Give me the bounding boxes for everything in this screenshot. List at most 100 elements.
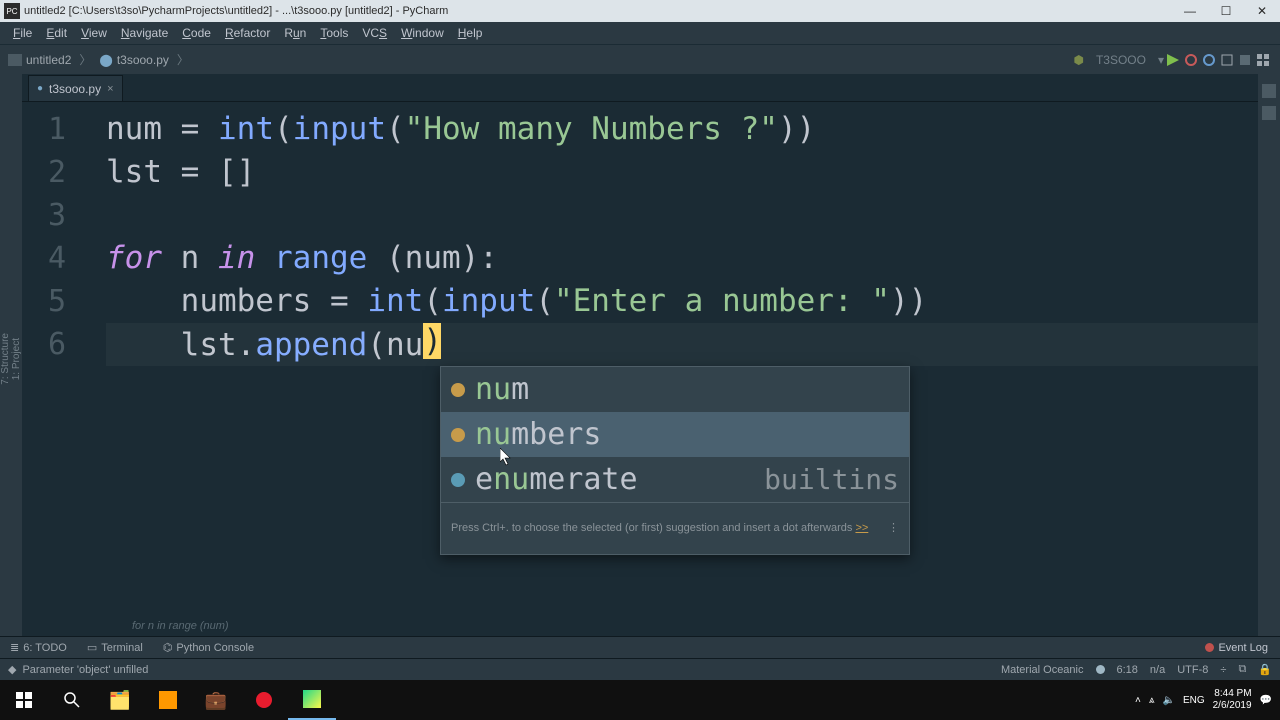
app-icon: PC	[4, 3, 20, 19]
hint-link[interactable]: >>	[855, 507, 868, 550]
editor-zone: ● t3sooo.py × 1 2 3 4 5 6 num = int(inpu…	[22, 74, 1258, 636]
code-line: for n in range (num):	[106, 237, 1258, 280]
stop-button[interactable]	[1236, 51, 1254, 69]
hammer-icon: ⬢	[1073, 53, 1083, 67]
caret-position[interactable]: 6:18	[1117, 664, 1138, 676]
tray-chevron-icon[interactable]: ˄	[1135, 695, 1141, 706]
search-button[interactable]	[48, 680, 96, 720]
menu-vcs[interactable]: VCS	[355, 24, 394, 42]
autocomplete-item[interactable]: numbers	[441, 412, 909, 457]
run-config-name: T3SOOO	[1092, 53, 1150, 67]
taskbar-pycharm[interactable]	[288, 680, 336, 720]
profile-button[interactable]	[1218, 51, 1236, 69]
chevron-icon: 〉	[79, 51, 91, 68]
taskbar-opera[interactable]	[240, 680, 288, 720]
python-icon: ⌬	[163, 641, 173, 654]
menu-file[interactable]: File	[6, 24, 39, 42]
notifications-icon[interactable]: 💬	[1260, 695, 1272, 706]
menu-refactor[interactable]: Refactor	[218, 24, 277, 42]
status-bar: ◆ Parameter 'object' unfilled Material O…	[0, 658, 1280, 680]
menu-help[interactable]: Help	[451, 24, 490, 42]
menu-tools[interactable]: Tools	[313, 24, 355, 42]
variable-icon	[451, 428, 465, 442]
language-indicator[interactable]: ENG	[1183, 695, 1205, 706]
right-tool-strip	[1258, 74, 1280, 636]
taskbar-explorer[interactable]: 🗂️	[96, 680, 144, 720]
notification-dot-icon	[1205, 643, 1214, 652]
minimize-button[interactable]: —	[1172, 0, 1208, 22]
nav-toolbar: untitled2 〉 ⬤ t3sooo.py 〉 ⬢ T3SOOO ▾	[0, 44, 1280, 74]
start-button[interactable]	[0, 680, 48, 720]
menu-bar: File Edit View Navigate Code Refactor Ru…	[0, 22, 1280, 44]
py-icon: ⬤	[99, 53, 112, 67]
editor-tab[interactable]: ● t3sooo.py ×	[28, 75, 123, 101]
code-lines[interactable]: num = int(input("How many Numbers ?")) l…	[106, 102, 1258, 616]
theme-name[interactable]: Material Oceanic	[1001, 664, 1084, 676]
search-everywhere-button[interactable]	[1254, 51, 1272, 69]
system-tray[interactable]: ˄ ⩓ 🔈 ENG 8:44 PM 2/6/2019 💬	[1135, 688, 1280, 712]
encoding[interactable]: UTF-8	[1177, 664, 1208, 676]
status-na: n/a	[1150, 664, 1165, 676]
line-number: 6	[22, 323, 66, 366]
coverage-button[interactable]	[1200, 51, 1218, 69]
clock[interactable]: 8:44 PM 2/6/2019	[1213, 688, 1252, 712]
python-console-tab[interactable]: ⌬ Python Console	[153, 641, 264, 654]
terminal-icon: ▭	[87, 641, 97, 654]
main-area: 1: Project 7: Structure 2: Favorites ● t…	[0, 74, 1280, 636]
menu-window[interactable]: Window	[394, 24, 451, 42]
caret	[423, 323, 441, 359]
run-config-selector[interactable]: ⬢ T3SOOO ▾	[1073, 53, 1164, 67]
tool-project[interactable]: 1: Project	[11, 338, 22, 380]
current-line-highlight	[106, 323, 1258, 366]
tab-filename: t3sooo.py	[49, 82, 101, 96]
code-editor[interactable]: 1 2 3 4 5 6 num = int(input("How many Nu…	[22, 102, 1258, 616]
chevron-down-icon: ÷	[1220, 664, 1226, 676]
git-icon[interactable]: ⧉	[1238, 663, 1246, 676]
fold-gutter	[78, 102, 106, 616]
autocomplete-item[interactable]: num	[441, 367, 909, 412]
editor-context-breadcrumb: for n in range (num)	[22, 616, 1258, 636]
lock-icon[interactable]: 🔒	[1258, 663, 1272, 676]
line-number: 5	[22, 280, 66, 323]
menu-run[interactable]: Run	[277, 24, 313, 42]
menu-edit[interactable]: Edit	[39, 24, 74, 42]
terminal-tab[interactable]: ▭ Terminal	[77, 641, 153, 654]
autocomplete-item[interactable]: enumerate builtins	[441, 457, 909, 502]
line-number: 4	[22, 237, 66, 280]
close-button[interactable]: ✕	[1244, 0, 1280, 22]
right-tool-icon[interactable]	[1262, 84, 1276, 98]
status-hint: Parameter 'object' unfilled	[22, 664, 148, 676]
title-bar: PC untitled2 [C:\Users\t3so\PycharmProje…	[0, 0, 1280, 22]
code-line: lst = []	[106, 151, 1258, 194]
close-icon[interactable]: ×	[107, 83, 113, 95]
window-title: untitled2 [C:\Users\t3so\PycharmProjects…	[24, 5, 1172, 17]
todo-tab[interactable]: ≣ 6: TODO	[0, 641, 77, 654]
py-file-icon: ●	[37, 83, 43, 94]
menu-code[interactable]: Code	[175, 24, 218, 42]
volume-icon[interactable]: 🔈	[1162, 695, 1174, 706]
gutter: 1 2 3 4 5 6	[22, 102, 78, 616]
line-number: 2	[22, 151, 66, 194]
debug-button[interactable]	[1182, 51, 1200, 69]
right-tool-icon[interactable]	[1262, 106, 1276, 120]
tool-structure[interactable]: 7: Structure	[0, 333, 11, 385]
taskbar-app-1[interactable]: 💼	[192, 680, 240, 720]
code-line: numbers = int(input("Enter a number: "))	[106, 280, 1258, 323]
maximize-button[interactable]: ☐	[1208, 0, 1244, 22]
theme-dot-icon	[1096, 665, 1105, 674]
menu-navigate[interactable]: Navigate	[114, 24, 175, 42]
play-button[interactable]	[1164, 51, 1182, 69]
event-log-tab[interactable]: Event Log	[1205, 642, 1280, 654]
bottom-tool-tabs: ≣ 6: TODO ▭ Terminal ⌬ Python Console Ev…	[0, 636, 1280, 658]
todo-icon: ≣	[10, 641, 19, 654]
breadcrumb-project: untitled2	[26, 53, 71, 67]
line-number: 3	[22, 194, 66, 237]
taskbar-sublime[interactable]	[144, 680, 192, 720]
autocomplete-popup[interactable]: num numbers enumerate builtins Press Ctr…	[440, 366, 910, 555]
windows-taskbar: 🗂️ 💼 ˄ ⩓ 🔈 ENG 8:44 PM 2/6/2019 💬	[0, 680, 1280, 720]
breadcrumb[interactable]: untitled2 〉 ⬤ t3sooo.py 〉	[8, 51, 193, 68]
menu-view[interactable]: View	[74, 24, 114, 42]
class-icon	[451, 473, 465, 487]
network-icon[interactable]: ⩓	[1149, 695, 1155, 706]
variable-icon	[451, 383, 465, 397]
